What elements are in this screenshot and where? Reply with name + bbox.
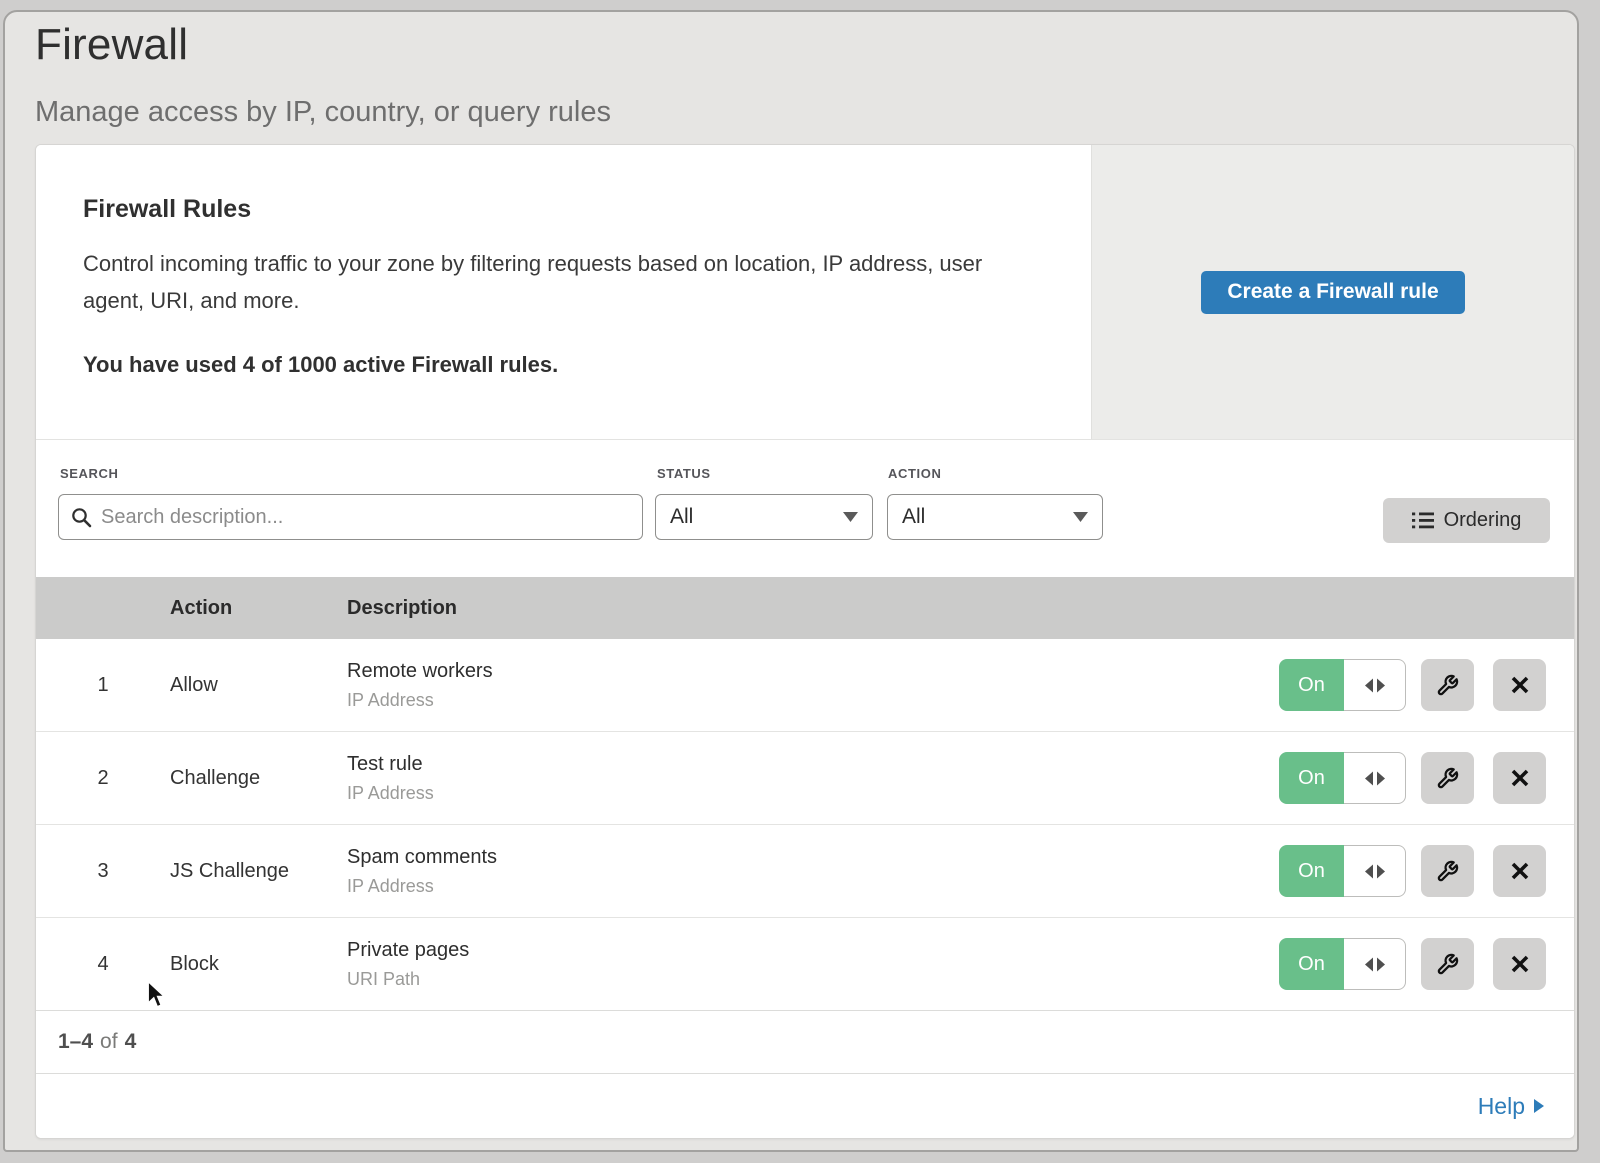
delete-rule-button[interactable] [1493,845,1546,897]
ordering-button-label: Ordering [1444,509,1522,532]
search-field[interactable] [58,494,643,540]
edit-rule-button[interactable] [1421,659,1474,711]
x-icon [1510,768,1530,788]
search-label: SEARCH [60,466,119,481]
rule-enabled-toggle[interactable]: On [1279,752,1406,804]
card-header: Firewall Rules Control incoming traffic … [36,145,1574,440]
action-select-value: All [902,505,925,529]
rule-priority: 2 [36,767,170,790]
arrow-right-icon [1534,1099,1544,1113]
filters-bar: SEARCH STATUS All ACTION All [36,440,1574,577]
rule-action: Block [170,953,347,976]
search-input[interactable] [101,506,630,529]
rule-match-field: IP Address [347,783,1279,804]
rules-usage-note: You have used 4 of 1000 active Firewall … [83,352,1051,378]
rule-match-field: IP Address [347,690,1279,711]
pagination-total: 4 [125,1030,137,1054]
toggle-handle-arrows-icon[interactable] [1344,659,1406,711]
table-row: 3 JS Challenge Spam comments IP Address … [36,825,1574,918]
pagination-range: 1–4 [58,1030,93,1054]
app-window: Firewall Manage access by IP, country, o… [3,10,1579,1152]
status-select-value: All [670,505,693,529]
pagination-bar: 1–4 of 4 [36,1011,1574,1074]
rules-description: Control incoming traffic to your zone by… [83,245,1033,319]
x-icon [1510,861,1530,881]
create-firewall-rule-button[interactable]: Create a Firewall rule [1201,271,1464,314]
edit-rule-button[interactable] [1421,845,1474,897]
rule-description: Private pages [347,939,1279,962]
delete-rule-button[interactable] [1493,659,1546,711]
rule-priority: 3 [36,860,170,883]
rule-description: Test rule [347,753,1279,776]
x-icon [1510,675,1530,695]
wrench-icon [1436,674,1459,697]
search-icon [71,507,92,528]
toggle-on-label[interactable]: On [1279,752,1344,804]
rule-match-field: IP Address [347,876,1279,897]
toggle-on-label[interactable]: On [1279,845,1344,897]
status-select[interactable]: All [655,494,873,540]
table-row: 2 Challenge Test rule IP Address On [36,732,1574,825]
card-footer: Help [36,1074,1574,1138]
rules-heading: Firewall Rules [83,195,1051,224]
toggle-handle-arrows-icon[interactable] [1344,845,1406,897]
rule-description: Spam comments [347,846,1279,869]
toggle-handle-arrows-icon[interactable] [1344,752,1406,804]
card-header-text: Firewall Rules Control incoming traffic … [36,145,1091,439]
table-row: 1 Allow Remote workers IP Address On [36,639,1574,732]
toggle-on-label[interactable]: On [1279,938,1344,990]
action-select[interactable]: All [887,494,1103,540]
wrench-icon [1436,860,1459,883]
pagination-of-label: of [100,1030,118,1054]
rule-priority: 4 [36,953,170,976]
toggle-on-label[interactable]: On [1279,659,1344,711]
edit-rule-button[interactable] [1421,752,1474,804]
rule-action: Allow [170,674,347,697]
firewall-rules-card: Firewall Rules Control incoming traffic … [35,144,1575,1139]
action-column-header: Action [170,597,347,620]
rule-match-field: URI Path [347,969,1279,990]
x-icon [1510,954,1530,974]
wrench-icon [1436,953,1459,976]
description-column-header: Description [347,597,1574,620]
card-header-action-panel: Create a Firewall rule [1091,145,1574,439]
page-subtitle: Manage access by IP, country, or query r… [35,96,1577,129]
rule-action: Challenge [170,767,347,790]
help-link[interactable]: Help [1478,1093,1544,1120]
chevron-down-icon [843,512,858,522]
rule-enabled-toggle[interactable]: On [1279,938,1406,990]
rule-description: Remote workers [347,660,1279,683]
rule-action: JS Challenge [170,860,347,883]
page-title: Firewall [35,20,1577,70]
rule-enabled-toggle[interactable]: On [1279,845,1406,897]
wrench-icon [1436,767,1459,790]
delete-rule-button[interactable] [1493,938,1546,990]
edit-rule-button[interactable] [1421,938,1474,990]
status-label: STATUS [657,466,711,481]
table-header: Action Description [36,577,1574,639]
help-link-label: Help [1478,1093,1525,1120]
ordering-button[interactable]: Ordering [1383,498,1550,543]
delete-rule-button[interactable] [1493,752,1546,804]
rule-enabled-toggle[interactable]: On [1279,659,1406,711]
toggle-handle-arrows-icon[interactable] [1344,938,1406,990]
action-label: ACTION [888,466,941,481]
ordered-list-icon [1412,512,1434,529]
rule-priority: 1 [36,674,170,697]
table-row: 4 Block Private pages URI Path On [36,918,1574,1011]
chevron-down-icon [1073,512,1088,522]
